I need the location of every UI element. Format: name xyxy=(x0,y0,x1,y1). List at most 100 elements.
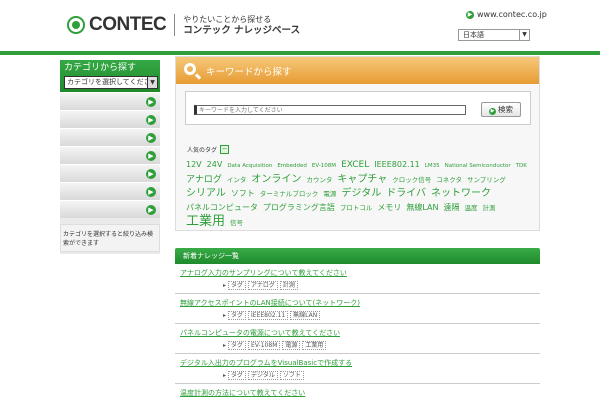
arrow-right-icon: ▶ xyxy=(146,133,156,143)
tag-link[interactable]: プログラミング言語 xyxy=(263,203,335,212)
tag-link[interactable]: クロック信号 xyxy=(392,176,431,184)
arrow-right-icon: ▶ xyxy=(466,10,474,19)
news-row-title[interactable]: パネルコンピュータの電源について教えてください xyxy=(180,328,340,338)
news-tag[interactable]: ソフト xyxy=(279,371,304,380)
tags-label-text: 人気のタグ xyxy=(187,147,218,154)
news-tag[interactable]: IEEE802.11 xyxy=(248,311,289,320)
tag-link[interactable]: ターミナルブロック xyxy=(260,190,319,198)
news-tag[interactable]: タグ xyxy=(228,371,247,380)
tag-link[interactable]: IEEE802.11 xyxy=(374,160,420,169)
logo-text: CONTEC xyxy=(89,14,167,35)
tag-link[interactable]: インタ xyxy=(227,176,247,184)
arrow-right-icon: ▶ xyxy=(146,115,156,125)
tags-label: 人気のタグ − xyxy=(187,145,230,154)
tag-link[interactable]: キャプチャ xyxy=(337,174,387,185)
sidebar-item[interactable]: ▶ xyxy=(60,164,160,182)
collapse-toggle[interactable]: − xyxy=(220,145,230,154)
tag-icon: ▸ xyxy=(223,282,227,289)
sidebar-item[interactable]: ▶ xyxy=(60,200,160,218)
news-row: 無線アクセスポイントのLAN接続について(ネットワーク) ▸ タグ IEEE802.1… xyxy=(175,294,540,324)
news-tag[interactable]: 無線LAN xyxy=(290,311,321,320)
news-list: アナログ入力のサンプリングについて教えてください ▸ タグ アナログ 計測 無線アクセスポ… xyxy=(175,264,540,400)
tag-link[interactable]: National Semiconductor xyxy=(445,163,511,169)
tag-link[interactable]: 信号 xyxy=(230,219,243,227)
tagline-line2: コンテック ナレッジベース xyxy=(183,25,301,36)
language-select-value: 日本語 xyxy=(463,31,484,39)
sidebar-item[interactable]: ▶ xyxy=(60,92,160,110)
tag-link[interactable]: シリアル xyxy=(186,188,226,199)
sidebar-item[interactable]: ▶ xyxy=(60,110,160,128)
news-tag[interactable]: アナログ xyxy=(248,281,278,290)
chevron-down-icon: ▼ xyxy=(519,30,529,40)
news-panel: 新着ナレッジ一覧 アナログ入力のサンプリングについて教えてください ▸ タグ アナログ… xyxy=(175,248,540,400)
header-divider xyxy=(0,51,600,55)
news-row-title[interactable]: 無線アクセスポイントのLAN接続について(ネットワーク) xyxy=(180,298,360,308)
news-tag[interactable]: タグ xyxy=(228,311,247,320)
news-tag[interactable]: タグ xyxy=(228,281,247,290)
header: CONTEC やりたいことから探せる コンテック ナレッジベース ▶ www.c… xyxy=(0,0,600,50)
tag-link[interactable]: コネクタ xyxy=(436,176,462,184)
tag-link[interactable]: 計測 xyxy=(482,204,495,212)
tag-link[interactable]: 電源 xyxy=(323,190,336,198)
site-link[interactable]: ▶ www.contec.co.jp xyxy=(466,10,547,19)
tag-link[interactable]: 遠隔 xyxy=(443,203,459,212)
sidebar-header: カテゴリから探す カテゴリを選択してください ▼ xyxy=(60,60,160,92)
news-row: アナログ入力のサンプリングについて教えてください ▸ タグ アナログ 計測 xyxy=(175,264,540,294)
sidebar-item[interactable]: ▶ xyxy=(60,128,160,146)
language-select[interactable]: 日本語 ▼ xyxy=(458,29,530,41)
news-tag[interactable]: EV-108M xyxy=(248,341,281,350)
contec-logo-icon xyxy=(67,16,85,34)
tag-link[interactable]: Embedded xyxy=(277,163,307,169)
tag-link[interactable]: 温度 xyxy=(464,204,477,212)
tag-link[interactable]: 無線LAN xyxy=(406,203,438,212)
search-button-label: 検索 xyxy=(498,105,513,114)
tag-link[interactable]: サンプリング xyxy=(467,176,506,184)
sidebar-item[interactable]: ▶ xyxy=(60,146,160,164)
sidebar-title: カテゴリから探す xyxy=(64,63,137,73)
arrow-right-icon: ▶ xyxy=(146,97,156,107)
news-row-title[interactable]: デジタル入出力のプログラムをVisualBasicで作成する xyxy=(180,358,352,368)
search-button[interactable]: ▶ 検索 xyxy=(481,102,521,117)
news-tag[interactable]: デジタル xyxy=(248,371,278,380)
news-tag[interactable]: 計測 xyxy=(279,281,298,290)
tag-link[interactable]: Data Acquisition xyxy=(227,163,272,169)
sidebar-item[interactable]: ▶ xyxy=(60,182,160,200)
tag-link[interactable]: メモリ xyxy=(377,203,401,212)
tag-link[interactable]: アナログ xyxy=(186,175,222,185)
tag-link[interactable]: 工業用 xyxy=(186,214,225,229)
tag-link[interactable]: パネルコンピュータ xyxy=(186,203,258,212)
tag-link[interactable]: オンライン xyxy=(251,174,301,185)
tag-link[interactable]: TDK xyxy=(516,163,527,169)
site-link-text: www.contec.co.jp xyxy=(477,10,547,19)
logo-divider xyxy=(174,14,176,36)
news-row-tags: ▸ タグ デジタル ソフト xyxy=(223,371,304,380)
news-row-title[interactable]: 温度計測の方法について教えてください xyxy=(180,388,305,398)
keyword-search-panel: キーワードから探す ▶検索 人気のタグ − 12V 24V Data Acquisi… xyxy=(175,56,540,231)
tag-link[interactable]: EV-108M xyxy=(312,163,336,169)
tag-link[interactable]: 12V xyxy=(186,160,202,169)
news-row-title[interactable]: アナログ入力のサンプリングについて教えてください xyxy=(180,268,347,278)
arrow-right-icon: ▶ xyxy=(146,187,156,197)
category-select[interactable]: カテゴリを選択してください ▼ xyxy=(64,76,158,89)
search-input[interactable] xyxy=(194,105,466,115)
tag-link[interactable]: ネットワーク xyxy=(431,188,491,199)
news-tag[interactable]: 工業用 xyxy=(302,341,327,350)
tag-link[interactable]: LM35 xyxy=(425,163,440,169)
tagline: やりたいことから探せる コンテック ナレッジベース xyxy=(183,14,300,36)
tag-link[interactable]: ソフト xyxy=(231,189,255,198)
tag-link[interactable]: デジタル xyxy=(341,188,381,199)
chevron-down-icon: ▼ xyxy=(147,77,157,88)
arrow-right-icon: ▶ xyxy=(489,108,496,115)
tag-link[interactable]: EXCEL xyxy=(341,160,369,170)
search-box: ▶検索 xyxy=(185,91,531,125)
tag-link[interactable]: ドライバ xyxy=(386,188,426,199)
tag-link[interactable]: 24V xyxy=(207,160,223,169)
news-tag[interactable]: 電源 xyxy=(282,341,301,350)
arrow-right-icon: ▶ xyxy=(146,205,156,215)
tag-link[interactable]: カウンタ xyxy=(306,176,332,184)
news-title: 新着ナレッジ一覧 xyxy=(175,248,540,264)
news-tag[interactable]: タグ xyxy=(228,341,247,350)
sidebar-note: カテゴリを選択すると絞り込み検索ができます xyxy=(60,224,160,252)
contec-logo[interactable]: CONTEC やりたいことから探せる コンテック ナレッジベース xyxy=(67,14,300,36)
tag-link[interactable]: プロトコル xyxy=(340,204,373,212)
